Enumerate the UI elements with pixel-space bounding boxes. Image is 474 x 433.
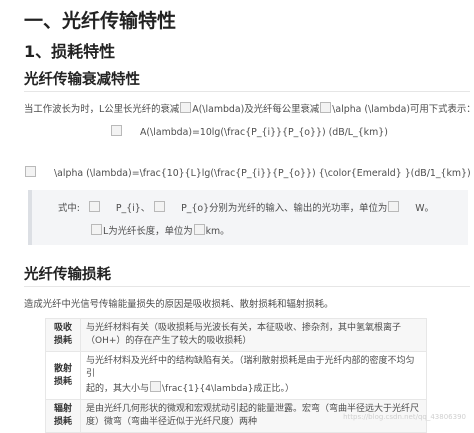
- row-label: 散射 损耗: [45, 351, 81, 400]
- note-length: L为光纤长度，单位为: [103, 226, 193, 237]
- broken-image-icon: [180, 102, 192, 113]
- intro-text-b: A(\lambda)及光纤每公里衰减: [192, 104, 320, 115]
- loss-intro: 造成光纤中光信号传输能量损失的原因是吸收损耗、散射损耗和辐射损耗。: [24, 299, 334, 310]
- broken-image-icon: [154, 201, 166, 212]
- broken-image-icon: [91, 224, 102, 235]
- note-line-1: 式中: P_{i}、 P_{o}分别为光纤的输入、输出的光功率，单位为 W。: [58, 200, 434, 214]
- divider: [24, 91, 470, 92]
- formula-text: \alpha (\lambda)=\frac{10}{L}lg(\frac{P_…: [53, 168, 471, 179]
- note-po: P_{o}分别为光纤的输入、输出的光功率，单位为: [181, 203, 388, 214]
- intro-paragraph: 当工作波长为时，L公里长光纤的衰减 A(\lambda)及光纤每公里衰减 \alph…: [24, 101, 474, 115]
- note-unit-km: km。: [205, 226, 230, 237]
- row-description: 与光纤材料有关（吸收损耗与光波长有关，本征吸收、掺杂剂，其中氢氧根离子 （OH+）…: [80, 318, 427, 352]
- broken-image-icon: [388, 201, 400, 212]
- table-row: 吸收 损耗 与光纤材料有关（吸收损耗与光波长有关，本征吸收、掺杂剂，其中氢氧根离子…: [45, 318, 427, 352]
- heading-level1: 一、光纤传输特性: [24, 10, 177, 32]
- intro-text-a: 当工作波长为时，L公里长光纤的衰减: [24, 104, 180, 115]
- note-prefix: 式中:: [58, 203, 80, 214]
- note-line-2: L为光纤长度，单位为 km。: [90, 223, 230, 237]
- intro-text-c: \alpha (\lambda)可用下式表示：: [332, 104, 474, 115]
- definition-note: 式中: P_{i}、 P_{o}分别为光纤的输入、输出的光功率，单位为 W。 L…: [28, 190, 468, 245]
- formula-attenuation-per-km: \alpha (\lambda)=\frac{10}{L}lg(\frac{P_…: [24, 166, 471, 179]
- formula-total-attenuation: A(\lambda)=10lg(\frac{P_{i}}{P_{o}}) (dB…: [110, 125, 388, 138]
- note-pi: P_{i}、: [115, 203, 151, 214]
- formula-text: A(\lambda)=10lg(\frac{P_{i}}{P_{o}}) (dB…: [139, 127, 388, 138]
- heading-level2: 1、损耗特性: [24, 42, 116, 61]
- row-description: 与光纤材料及光纤中的结构缺陷有关。（瑞利散射损耗是由于光纤内部的密度不均匀引 起的…: [80, 351, 427, 400]
- divider: [24, 286, 470, 287]
- broken-image-icon: [111, 125, 122, 136]
- row-label: 吸收 损耗: [45, 318, 81, 352]
- broken-image-icon: [88, 201, 100, 212]
- broken-image-icon: [320, 102, 332, 113]
- watermark: https://blog.csdn.net/qq_43806390: [343, 413, 466, 421]
- section-title-attenuation: 光纤传输衰减特性: [24, 72, 140, 88]
- note-unit-w: W。: [415, 203, 434, 214]
- broken-image-icon: [150, 381, 162, 392]
- table-row: 散射 损耗 与光纤材料及光纤中的结构缺陷有关。（瑞利散射损耗是由于光纤内部的密度不…: [45, 351, 427, 400]
- broken-image-icon: [193, 224, 205, 235]
- broken-image-icon: [25, 166, 36, 177]
- row-label: 辐射 损耗: [45, 399, 81, 433]
- section-title-loss: 光纤传输损耗: [24, 267, 111, 283]
